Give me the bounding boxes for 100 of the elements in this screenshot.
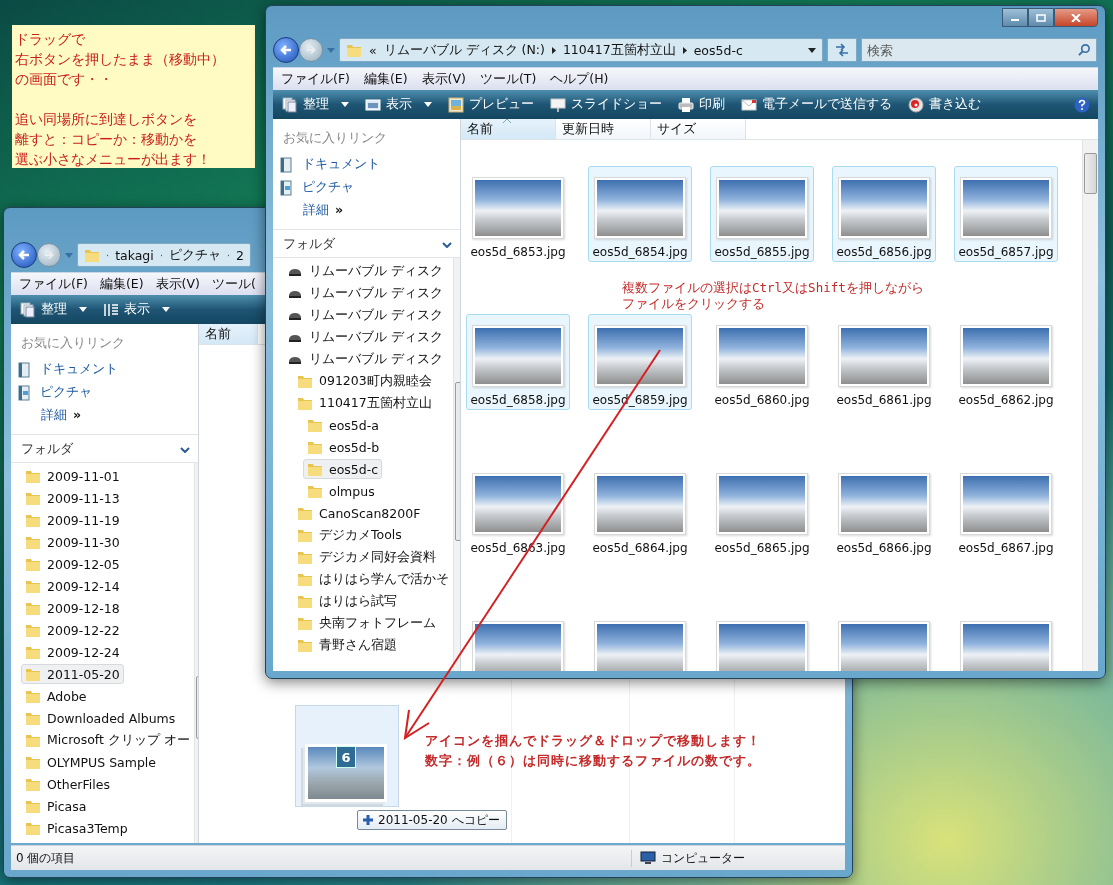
tree-item[interactable]: 091203町内親睦会 [293,370,436,392]
file-thumbnail[interactable]: eos5d_6858.jpg [466,314,570,410]
favorite-link[interactable]: ピクチャ [273,176,361,199]
tree-item[interactable]: デジカメ同好会資料 [293,546,440,568]
tree-item[interactable]: はりはら試写 [293,590,401,612]
column-header[interactable]: 名前 [199,324,258,344]
menu-item[interactable]: ファイル(F) [281,70,350,88]
search-field[interactable]: 検索 [861,38,1097,62]
tree-item[interactable]: OtherFiles [21,774,114,794]
toolbar-button[interactable]: 書き込む [903,94,986,115]
overflow-chevron[interactable]: « [369,42,377,58]
menu-item[interactable]: 編集(E) [363,70,408,88]
breadcrumb[interactable]: takagi [115,247,154,263]
breadcrumb[interactable]: リムーバブル ディスク (N:) [383,41,545,59]
file-thumbnail[interactable]: eos5d_6854.jpg [588,166,692,262]
folder-icon [297,373,313,389]
tree-item[interactable]: 2009-11-13 [21,488,124,508]
breadcrumb[interactable]: 110417五箇村立山 [562,41,676,59]
menu-item[interactable]: 表示(V) [155,275,200,293]
tree-item[interactable]: Picasa [21,796,91,816]
tree-item[interactable]: 2009-12-05 [21,554,124,574]
more-chevron[interactable]: » [335,202,344,219]
toolbar-button[interactable]: プレビュー [443,94,539,115]
back-button[interactable] [273,37,299,63]
file-thumbnail[interactable]: eos5d_6857.jpg [954,166,1058,262]
column-header[interactable]: 更新日時 [556,119,651,139]
folder-icon [25,534,41,550]
favorite-link[interactable]: ドキュメント [11,358,125,381]
menu-item[interactable]: 表示(V) [421,70,466,88]
more-link[interactable]: 詳細 [41,407,67,424]
column-header[interactable]: 名前 [461,119,556,139]
menu-item[interactable]: ツール( [211,275,256,293]
tree-item[interactable]: Picasa3Temp [21,818,132,838]
address-bar[interactable]: « リムーバブル ディスク (N:) 110417五箇村立山 eos5d-c [339,38,823,62]
folder-icon [25,820,41,836]
folder-icon [25,688,41,704]
tree-item[interactable]: 2009-11-01 [21,466,124,486]
minimize-button[interactable] [1002,8,1028,27]
folder-icon [25,754,41,770]
tree-item[interactable]: 2009-11-30 [21,532,124,552]
tree-item[interactable]: eos5d-a [303,415,383,435]
close-button[interactable] [1054,8,1098,27]
toolbar-button[interactable]: 印刷 [673,94,730,115]
tree-item[interactable]: Adobe [21,686,91,706]
tree-item[interactable]: リムーバブル ディスク [283,282,447,304]
tree-item[interactable]: リムーバブル ディスク [283,260,447,282]
breadcrumb[interactable]: 2 [236,247,244,263]
tree-item[interactable]: Downloaded Albums [21,708,180,728]
tree-item[interactable]: CanoScan8200F [293,503,425,523]
column-header[interactable]: サイズ [651,119,746,139]
tree-item[interactable]: リムーバブル ディスク [283,326,447,348]
tree-item[interactable]: eos5d-b [303,437,384,457]
tree-item[interactable]: はりはら学んで活かそ [293,568,453,590]
tree-item[interactable]: 2009-12-18 [21,598,124,618]
toolbar-button[interactable]: 整理 [277,94,354,115]
tree-item[interactable]: デジカメTools [293,524,406,546]
toolbar-button[interactable]: 整理 [15,299,92,320]
menu-item[interactable]: ファイル(F) [19,275,88,293]
file-thumbnail[interactable]: eos5d_6855.jpg [710,166,814,262]
maximize-button[interactable] [1028,8,1054,27]
toolbar-button[interactable]: 表示 [98,299,175,320]
tree-item[interactable]: 央南フォトフレーム [293,612,440,634]
file-thumbnail[interactable]: eos5d_6856.jpg [832,166,936,262]
folder-icon [25,600,41,616]
folder-icon [25,666,41,682]
tree-item[interactable]: リムーバブル ディスク [283,348,447,370]
tree-item[interactable]: 2009-12-14 [21,576,124,596]
more-chevron[interactable]: » [73,407,82,424]
favorite-link[interactable]: ドキュメント [273,153,387,176]
favorite-link[interactable]: ピクチャ [11,381,99,404]
tree-item[interactable]: 青野さん宿題 [293,634,401,656]
tree-item[interactable]: OLYMPUS Sample [21,752,161,772]
tree-item[interactable]: リムーバブル ディスク [283,304,447,326]
caret-icon[interactable] [808,47,816,53]
toolbar-button[interactable]: 表示 [360,94,437,115]
folder-icon [297,615,313,631]
folder-icon [307,439,323,455]
refresh-button[interactable] [827,38,857,62]
menu-item[interactable]: 編集(E) [99,275,144,293]
back-button[interactable] [11,242,37,268]
tree-item[interactable]: 110417五箇村立山 [293,392,436,414]
tree-item[interactable]: 2009-12-24 [21,642,124,662]
tree-item[interactable]: 2011-05-20 [21,664,124,684]
menu-item[interactable]: ツール(T) [479,70,537,88]
folders-header[interactable]: フォルダ [273,229,460,258]
more-link[interactable]: 詳細 [303,202,329,219]
tree-item[interactable]: Microsoft クリップ オー [21,729,194,751]
tree-item[interactable]: eos5d-c [303,459,383,479]
scrollbar[interactable] [1082,140,1098,671]
breadcrumb[interactable]: eos5d-c [693,42,743,58]
toolbar-button[interactable]: 電子メールで送信する [736,94,897,115]
breadcrumb[interactable]: ピクチャ [168,246,221,264]
menu-item[interactable]: ヘルプ(H) [550,70,609,88]
folders-header[interactable]: フォルダ [11,434,198,463]
folder-icon [297,395,313,411]
tree-item[interactable]: 2009-11-19 [21,510,124,530]
tree-item[interactable]: 2009-12-22 [21,620,124,640]
tree-item[interactable]: olmpus [303,481,379,501]
address-bar[interactable]: takagi ピクチャ 2 [77,243,251,267]
toolbar-button[interactable]: スライドショー [545,94,667,115]
